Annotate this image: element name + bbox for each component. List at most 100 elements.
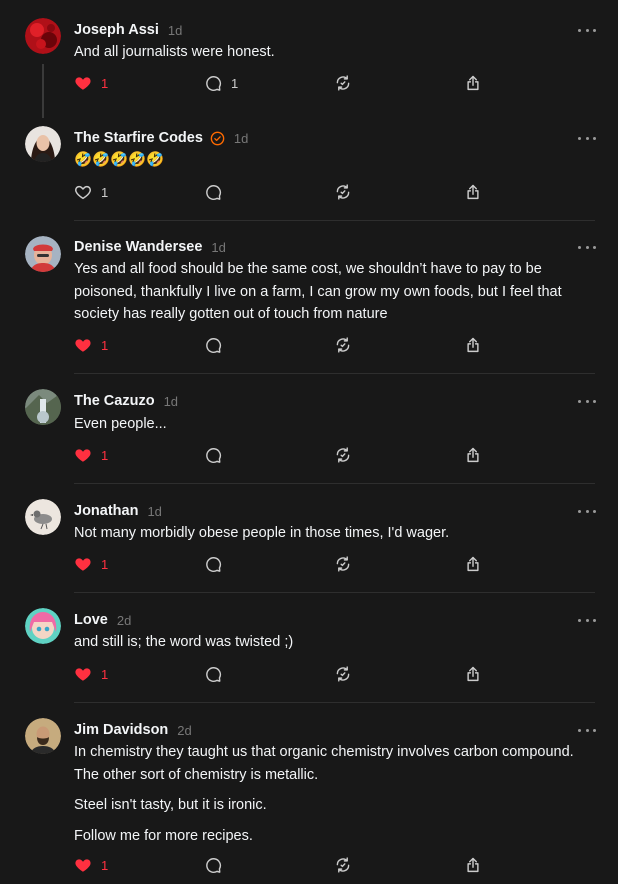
avatar[interactable] [25,236,61,272]
share-button[interactable] [464,182,482,202]
more-icon[interactable] [578,395,596,407]
divider [74,592,595,593]
username[interactable]: Denise Wandersee [74,239,202,255]
like-button[interactable]: 1 [74,855,108,875]
username[interactable]: The Starfire Codes [74,130,203,146]
avatar[interactable] [25,18,61,54]
heart-icon [74,336,92,354]
username[interactable]: Joseph Assi [74,22,159,38]
comment-icon [204,183,222,201]
timestamp: 1d [147,503,162,519]
comment-icon [204,336,222,354]
post-header: Denise Wandersee 1d [74,237,226,257]
username[interactable]: Love [74,612,108,628]
repost-icon [334,336,352,354]
reply-button[interactable] [204,554,222,574]
like-button[interactable]: 1 [74,445,108,465]
share-button[interactable] [464,335,482,355]
post-header: Joseph Assi 1d [74,20,182,40]
like-button[interactable]: 1 [74,554,108,574]
post-header: The Cazuzo 1d [74,391,178,411]
like-count: 1 [101,75,109,91]
verified-badge-icon [210,131,225,146]
more-dot [593,28,596,32]
timestamp: 1d [233,130,249,146]
heart-icon [74,665,92,683]
more-dot [593,509,596,513]
post-header: Jonathan 1d [74,501,162,521]
repost-icon [334,856,352,874]
more-dot [585,399,589,403]
post-paragraph: Follow me for more recipes. [74,827,253,844]
like-button[interactable]: 1 [74,335,108,355]
action-bar: 1 [74,445,494,465]
username[interactable]: Jonathan [74,503,138,519]
reply-button[interactable] [204,445,222,465]
like-count: 1 [101,447,109,463]
reply-button[interactable] [204,664,222,684]
share-button[interactable] [464,855,482,875]
comment-icon [204,856,222,874]
reply-button[interactable] [204,335,222,355]
like-button[interactable]: 1 [74,73,108,93]
repost-button[interactable] [334,73,352,93]
more-dot [578,728,581,732]
more-icon[interactable] [578,614,596,626]
more-dot [585,28,589,32]
more-dot [578,399,581,403]
heart-icon [74,856,92,874]
timestamp: 2d [116,612,132,628]
repost-button[interactable] [334,855,352,875]
like-count: 1 [101,556,109,572]
repost-icon [334,555,352,573]
post-paragraph: Steel isn't tasty, but it is ironic. [74,797,267,813]
repost-button[interactable] [334,335,352,355]
avatar[interactable] [25,718,61,754]
username[interactable]: The Cazuzo [74,393,155,409]
more-icon[interactable] [578,505,596,517]
post-paragraph: and still is; the word was twisted ;) [74,634,294,650]
share-button[interactable] [464,554,482,574]
post-text: In chemistry they taught us that organic… [74,741,594,855]
more-dot [593,399,596,403]
username[interactable]: Jim Davidson [74,722,168,738]
divider [74,702,595,703]
repost-button[interactable] [334,445,352,465]
more-icon[interactable] [578,241,596,253]
like-button[interactable]: 1 [74,182,108,202]
action-bar: 1 [74,855,494,875]
avatar[interactable] [25,499,61,535]
action-bar: 1 [74,182,494,202]
more-icon[interactable] [578,132,596,144]
more-dot [578,509,581,513]
thread-line [42,64,44,118]
share-button[interactable] [464,445,482,465]
more-dot [593,136,596,140]
reply-button[interactable]: 1 [204,73,238,93]
avatar[interactable] [25,608,61,644]
more-dot [578,245,581,249]
share-button[interactable] [464,664,482,684]
repost-icon [334,446,352,464]
like-button[interactable]: 1 [74,664,108,684]
repost-button[interactable] [334,554,352,574]
repost-button[interactable] [334,664,352,684]
comment-icon [204,555,222,573]
comment-icon [204,74,222,92]
avatar[interactable] [25,126,61,162]
reply-button[interactable] [204,182,222,202]
divider [74,373,595,374]
more-icon[interactable] [578,724,596,736]
more-icon[interactable] [578,24,596,36]
share-icon [464,856,482,874]
post-header: Love 2d [74,610,131,630]
avatar[interactable] [25,389,61,425]
heart-icon [74,74,92,92]
repost-icon [334,183,352,201]
action-bar: 1 [74,335,494,355]
repost-button[interactable] [334,182,352,202]
reply-button[interactable] [204,855,222,875]
repost-icon [334,74,352,92]
share-button[interactable] [464,73,482,93]
heart-icon [74,183,92,201]
